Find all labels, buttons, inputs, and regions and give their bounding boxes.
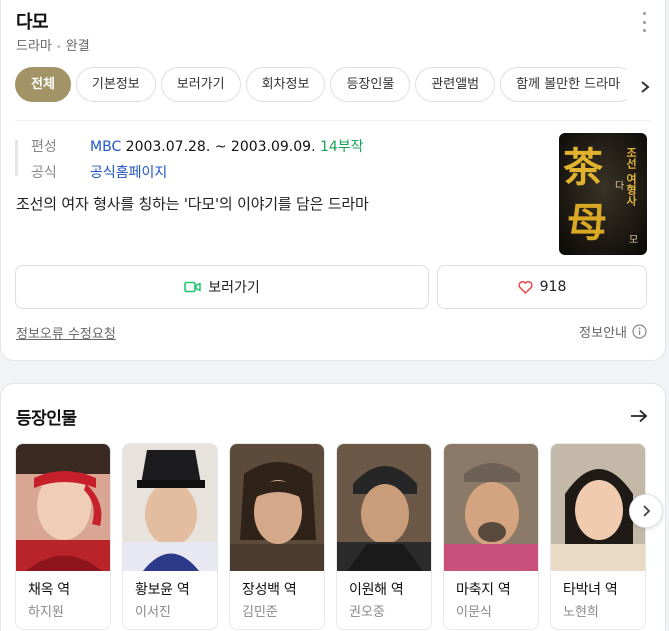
characters-card: 등장인물 채옥 역 하지원 황보윤 역 이서진 장성백 역 김민준 이원해 역 … bbox=[0, 383, 666, 631]
info-guide-button[interactable]: 정보안내 bbox=[579, 322, 647, 341]
tab-basic-info[interactable]: 기본정보 bbox=[75, 67, 156, 102]
character-photo bbox=[230, 444, 324, 571]
broadcast-period: 2003.07.28. ~ 2003.09.09. bbox=[125, 139, 316, 155]
info-circle-icon bbox=[632, 324, 647, 339]
character-role: 이원해 역 bbox=[349, 582, 404, 598]
official-label: 공식 bbox=[31, 165, 57, 181]
character-card[interactable]: 황보윤 역 이서진 bbox=[122, 443, 218, 630]
scroll-next-button[interactable] bbox=[629, 494, 663, 528]
poster-small-da: 다 bbox=[615, 180, 624, 192]
poster-main-char-1: 茶 bbox=[563, 144, 604, 191]
character-photo bbox=[16, 444, 110, 571]
section-title: 등장인물 bbox=[16, 409, 77, 429]
video-camera-icon bbox=[184, 281, 201, 293]
character-photo bbox=[444, 444, 538, 571]
character-actor: 이문식 bbox=[456, 605, 492, 620]
like-button[interactable]: 918 bbox=[437, 265, 647, 309]
poster-side-text: 조선 여형사 bbox=[625, 147, 638, 207]
tab-bar: 전체 기본정보 보러가기 회차정보 등장인물 관련앨범 함께 볼만한 드라마 bbox=[15, 67, 627, 103]
heart-icon bbox=[518, 280, 533, 294]
character-actor: 하지원 bbox=[28, 605, 64, 620]
drama-description: 조선의 여자 형사를 칭하는 '다모'의 이야기를 담은 드라마 bbox=[16, 195, 369, 213]
character-actor: 노현희 bbox=[563, 605, 599, 620]
chevron-right-icon[interactable] bbox=[637, 76, 653, 98]
character-role: 타박녀 역 bbox=[563, 582, 618, 598]
status-label: 완결 bbox=[65, 39, 90, 54]
character-card[interactable]: 이원해 역 권오중 bbox=[336, 443, 432, 630]
tab-albums[interactable]: 관련앨범 bbox=[415, 67, 496, 102]
poster-small-mo: 모 bbox=[629, 235, 638, 246]
character-photo bbox=[337, 444, 431, 571]
poster-main-char-2: 母 bbox=[567, 199, 607, 246]
report-error-link[interactable]: 정보오류 수정요청 bbox=[16, 323, 116, 342]
official-row: 공식 공식홈페이지 bbox=[31, 162, 167, 182]
channel-link[interactable]: MBC bbox=[90, 139, 121, 155]
like-count: 918 bbox=[539, 279, 567, 295]
broadcast-label: 편성 bbox=[31, 139, 57, 155]
character-role: 채옥 역 bbox=[28, 582, 70, 598]
tab-characters[interactable]: 등장인물 bbox=[330, 67, 411, 102]
drama-meta: 드라마 • 완결 bbox=[16, 35, 90, 54]
info-guide-label: 정보안내 bbox=[579, 326, 627, 341]
tab-all[interactable]: 전체 bbox=[15, 67, 71, 102]
character-actor: 권오중 bbox=[349, 605, 385, 620]
drama-info-card: 다모 드라마 • 완결 전체 기본정보 보러가기 회차정보 등장인물 관련앨범 함께 볼만한 드… bbox=[0, 0, 666, 361]
character-card[interactable]: 마축지 역 이문식 bbox=[443, 443, 539, 630]
drama-poster[interactable]: 茶 母 조선 여형사 다 모 bbox=[559, 133, 647, 255]
info-accent-bar bbox=[15, 140, 18, 176]
character-role: 마축지 역 bbox=[456, 582, 511, 598]
tab-watch[interactable]: 보러가기 bbox=[160, 67, 241, 102]
watch-button[interactable]: 보러가기 bbox=[15, 265, 429, 309]
official-homepage-link[interactable]: 공식홈페이지 bbox=[90, 165, 167, 181]
character-card[interactable]: 장성백 역 김민준 bbox=[229, 443, 325, 630]
drama-title: 다모 bbox=[16, 12, 49, 33]
character-list: 채옥 역 하지원 황보윤 역 이서진 장성백 역 김민준 이원해 역 권오중 마… bbox=[15, 443, 665, 630]
genre-label: 드라마 bbox=[16, 39, 52, 54]
separator-dot: • bbox=[55, 42, 62, 53]
character-card[interactable]: 타박녀 역 노현희 bbox=[550, 443, 646, 630]
character-role: 황보윤 역 bbox=[135, 582, 190, 598]
divider bbox=[15, 120, 651, 121]
tab-similar[interactable]: 함께 볼만한 드라마 bbox=[500, 67, 627, 102]
watch-button-label: 보러가기 bbox=[208, 280, 260, 296]
broadcast-row: 편성 MBC 2003.07.28. ~ 2003.09.09. 14부작 bbox=[31, 136, 364, 156]
character-card[interactable]: 채옥 역 하지원 bbox=[15, 443, 111, 630]
more-vertical-icon[interactable] bbox=[641, 12, 647, 32]
character-actor: 김민준 bbox=[242, 605, 278, 620]
arrow-right-icon[interactable] bbox=[630, 409, 648, 423]
tab-episodes[interactable]: 회차정보 bbox=[245, 67, 326, 102]
character-role: 장성백 역 bbox=[242, 582, 297, 598]
chevron-right-icon bbox=[643, 505, 651, 517]
episode-count[interactable]: 14부작 bbox=[320, 139, 364, 155]
character-actor: 이서진 bbox=[135, 605, 171, 620]
character-photo bbox=[123, 444, 217, 571]
